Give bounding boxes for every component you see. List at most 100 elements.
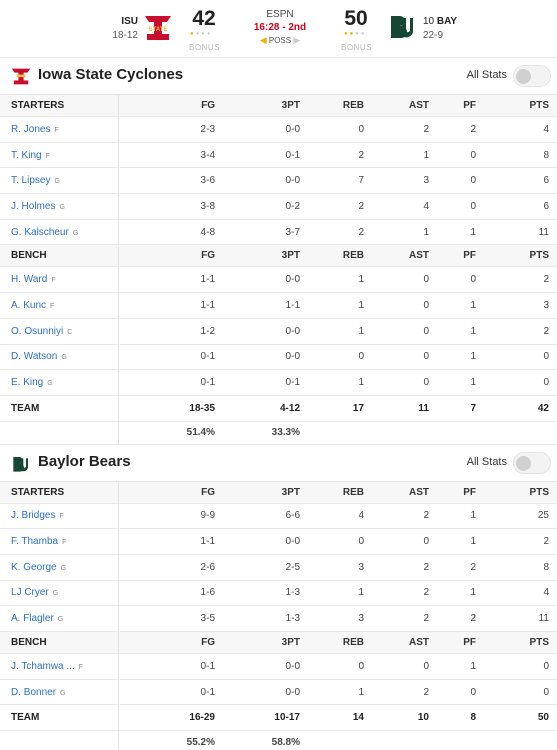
bench-header: BENCH FG 3PT REB AST PF PTS bbox=[0, 631, 557, 654]
player-cell: D. Watson G bbox=[0, 344, 119, 371]
column-header: FG bbox=[118, 94, 218, 117]
player-name-link[interactable]: J. Bridges bbox=[11, 510, 55, 521]
pf-cell: 1 bbox=[430, 344, 477, 371]
ast-cell: 0 bbox=[365, 318, 430, 345]
fg-cell: 3-8 bbox=[118, 193, 218, 220]
player-cell: LJ Cryer G bbox=[0, 580, 119, 607]
player-name-link[interactable]: A. Flagler bbox=[11, 613, 54, 624]
three-pt-cell: 1-1 bbox=[218, 292, 302, 319]
reb-cell: 1 bbox=[302, 580, 365, 607]
total-three-pt: 4-12 bbox=[218, 395, 302, 422]
player-name-link[interactable]: G. Kalscheur bbox=[11, 227, 69, 238]
player-name-link[interactable]: F. Thamba bbox=[11, 536, 58, 547]
pts-cell: 0 bbox=[477, 344, 557, 371]
away-score: 42 bbox=[192, 7, 216, 30]
fg-cell: 1-2 bbox=[118, 318, 218, 345]
boxscore-table: STARTERS FG 3PT REB AST PF PTS J. Bridges F 9-9 6-… bbox=[0, 480, 557, 750]
ast-cell: 2 bbox=[365, 116, 430, 143]
player-name-link[interactable]: A. Kunc bbox=[11, 300, 46, 311]
fg-cell: 1-1 bbox=[118, 528, 218, 555]
three-pt-percent: 58.8% bbox=[218, 730, 302, 750]
possession-right-arrow-icon: ▶ bbox=[293, 35, 301, 45]
empty-cell bbox=[302, 421, 365, 445]
three-pt-cell: 1-3 bbox=[218, 605, 302, 632]
reb-cell: 7 bbox=[302, 167, 365, 195]
scoreboard-header: ISU 18-12 STATE 42 ●●●● BONUS ESPN 16:28… bbox=[0, 0, 557, 58]
player-name-link[interactable]: R. Jones bbox=[11, 124, 50, 135]
ast-cell: 0 bbox=[365, 292, 430, 319]
baylor-boxscore: Baylor Bears All Stats STARTERS FG 3PT REB AST… bbox=[0, 445, 557, 750]
pf-cell: 1 bbox=[430, 292, 477, 319]
player-position: F bbox=[50, 302, 55, 310]
player-position: F bbox=[54, 126, 59, 134]
pf-cell: 1 bbox=[430, 369, 477, 396]
player-name-link[interactable]: J. Tchamwa ... bbox=[11, 661, 75, 672]
ast-cell: 2 bbox=[365, 605, 430, 632]
fg-cell: 4-8 bbox=[118, 219, 218, 246]
player-position: F bbox=[78, 663, 84, 671]
player-name-link[interactable]: D. Bonner bbox=[11, 687, 56, 698]
home-team-abbr: 10 BAY bbox=[423, 16, 457, 27]
fg-cell: 1-1 bbox=[118, 292, 218, 319]
pts-cell: 8 bbox=[477, 142, 557, 169]
three-pt-cell: 6-6 bbox=[218, 503, 302, 530]
player-row: D. Bonner G 0-1 0-0 1 2 0 0 bbox=[0, 679, 557, 706]
home-team-record: 22-9 bbox=[423, 30, 444, 41]
player-position: G bbox=[57, 616, 64, 624]
player-name-link[interactable]: T. Lipsey bbox=[11, 175, 50, 186]
home-timeouts: ●●●● bbox=[344, 31, 367, 37]
column-header: PTS bbox=[477, 94, 557, 117]
column-header: PTS bbox=[477, 631, 557, 654]
all-stats-toggle[interactable] bbox=[513, 451, 551, 474]
total-three-pt: 10-17 bbox=[218, 704, 302, 732]
player-name-link[interactable]: H. Ward bbox=[11, 274, 47, 285]
pts-cell: 25 bbox=[477, 503, 557, 530]
fg-cell: 3-5 bbox=[118, 605, 218, 632]
ast-cell: 4 bbox=[365, 193, 430, 220]
reb-cell: 1 bbox=[302, 318, 365, 345]
player-cell: J. Holmes G bbox=[0, 193, 119, 220]
three-pt-cell: 0-0 bbox=[218, 318, 302, 345]
player-position: F bbox=[51, 277, 56, 285]
game-status: ESPN 16:28 - 2nd ◀ POSS ▶ bbox=[230, 0, 330, 46]
player-name-link[interactable]: T. King bbox=[11, 150, 42, 161]
pf-cell: 1 bbox=[430, 503, 477, 530]
fg-percent: 55.2% bbox=[118, 730, 218, 750]
three-pt-cell: 0-0 bbox=[218, 167, 302, 195]
player-name-link[interactable]: E. King bbox=[11, 377, 43, 388]
fg-cell: 1-6 bbox=[118, 580, 218, 607]
total-pf: 8 bbox=[430, 704, 477, 732]
column-header: FG bbox=[118, 244, 218, 268]
player-name-link[interactable]: O. Osunniyi bbox=[11, 326, 63, 337]
home-score: 50 bbox=[344, 7, 368, 30]
column-header: REB bbox=[302, 94, 365, 117]
reb-cell: 3 bbox=[302, 605, 365, 632]
all-stats-toggle[interactable] bbox=[513, 65, 551, 87]
column-header: 3PT bbox=[218, 94, 302, 117]
total-fg: 18-35 bbox=[118, 395, 218, 422]
section-label: BENCH bbox=[0, 631, 119, 654]
boxscore-table: STARTERS FG 3PT REB AST PF PTS R. Jones F 2-3 0-0 0… bbox=[0, 94, 557, 445]
pts-cell: 8 bbox=[477, 554, 557, 581]
reb-cell: 1 bbox=[302, 369, 365, 396]
team-percent-row: 51.4% 33.3% bbox=[0, 421, 557, 445]
column-header: AST bbox=[365, 480, 430, 504]
ast-cell: 0 bbox=[365, 528, 430, 555]
total-ast: 10 bbox=[365, 704, 430, 732]
player-name-link[interactable]: LJ Cryer bbox=[11, 587, 49, 598]
pf-cell: 1 bbox=[430, 580, 477, 607]
column-header: REB bbox=[302, 631, 365, 654]
player-cell: E. King G bbox=[0, 369, 119, 396]
total-ast: 11 bbox=[365, 395, 430, 422]
player-name-link[interactable]: D. Watson bbox=[11, 351, 57, 362]
column-header: 3PT bbox=[218, 244, 302, 268]
total-pf: 7 bbox=[430, 395, 477, 422]
player-row: J. Holmes G 3-8 0-2 2 4 0 6 bbox=[0, 193, 557, 220]
fg-cell: 3-6 bbox=[118, 167, 218, 195]
baylor-logo-icon bbox=[11, 455, 31, 472]
all-stats-label: All Stats bbox=[466, 455, 507, 468]
player-name-link[interactable]: K. George bbox=[11, 562, 57, 573]
ast-cell: 0 bbox=[365, 369, 430, 396]
iowa-state-boxscore: Iowa State Cyclones All Stats STARTERS FG 3P… bbox=[0, 58, 557, 445]
player-name-link[interactable]: J. Holmes bbox=[11, 201, 55, 212]
